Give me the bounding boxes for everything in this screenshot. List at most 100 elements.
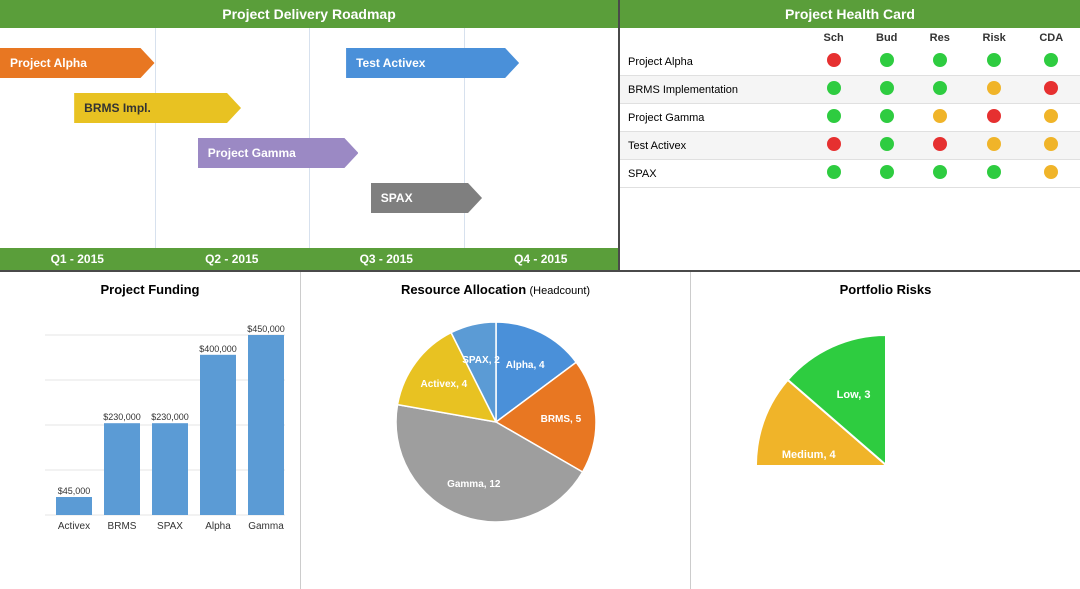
status-dot-green [1044,53,1058,67]
status-dot-green [933,53,947,67]
quarter-label: Q1 - 2015 [0,252,155,266]
health-col-header: Sch [808,28,860,48]
health-row: Project Alpha [620,48,1080,76]
quarter-label: Q2 - 2015 [155,252,310,266]
health-dot-cell [966,104,1023,132]
funding-bar [200,355,236,515]
status-dot-green [933,165,947,179]
status-dot-red [827,137,841,151]
roadmap-section: Project Delivery Roadmap Project Alpha BR… [0,0,620,270]
funding-bar [152,423,188,515]
status-dot-green [880,165,894,179]
pie-label: SPAX, 2 [462,355,500,366]
health-dot-cell [914,160,966,188]
funding-bar [104,423,140,515]
health-project-name: BRMS Implementation [620,76,808,104]
health-table: SchBudResRiskCDA Project AlphaBRMS Imple… [620,28,1080,188]
risk-chart: High, 4Medium, 4Low, 3 [736,305,1036,485]
risk-title: Portfolio Risks [840,282,932,297]
health-dot-cell [914,48,966,76]
status-dot-green [827,165,841,179]
status-dot-yellow [933,109,947,123]
health-project-name: Project Alpha [620,48,808,76]
health-dot-cell [860,132,914,160]
pie-label: Activex, 4 [420,379,467,390]
health-title: Project Health Card [620,0,1080,28]
health-section: Project Health Card SchBudResRiskCDA Pro… [620,0,1080,270]
bar-value-label: $230,000 [151,412,189,422]
risk-label: Medium, 4 [781,449,836,461]
status-dot-green [933,81,947,95]
status-dot-green [880,81,894,95]
risk-label: Low, 3 [836,389,870,401]
health-dot-cell [860,104,914,132]
health-dot-cell [860,160,914,188]
pie-label: BRMS, 5 [540,414,581,425]
funding-bar [248,335,284,515]
status-dot-green [880,137,894,151]
health-row: Test Activex [620,132,1080,160]
bar-value-label: $400,000 [199,344,237,354]
health-dot-cell [808,132,860,160]
roadmap-title: Project Delivery Roadmap [0,0,618,28]
bar-label: Gamma [248,521,284,532]
status-dot-green [987,53,1001,67]
health-dot-cell [966,76,1023,104]
status-dot-green [880,53,894,67]
quarter-bar: Q1 - 2015Q2 - 2015Q3 - 2015Q4 - 2015 [0,248,618,270]
status-dot-yellow [1044,109,1058,123]
health-dot-cell [914,104,966,132]
health-row: BRMS Implementation [620,76,1080,104]
gantt-chart: Project AlphaBRMS Impl.Test ActivexProje… [0,28,618,248]
quarter-label: Q4 - 2015 [464,252,619,266]
status-dot-yellow [987,81,1001,95]
status-dot-green [880,109,894,123]
bar-label: Activex [58,521,90,532]
health-project-name: Test Activex [620,132,808,160]
gantt-bar: Project Alpha [0,48,155,78]
health-dot-cell [1022,160,1080,188]
bar-value-label: $230,000 [103,412,141,422]
status-dot-yellow [1044,137,1058,151]
status-dot-yellow [1044,165,1058,179]
health-dot-cell [1022,48,1080,76]
bar-label: Alpha [205,521,231,532]
health-col-header: CDA [1022,28,1080,48]
health-project-name: SPAX [620,160,808,188]
health-dot-cell [1022,132,1080,160]
gantt-bar: Test Activex [346,48,519,78]
health-project-name: Project Gamma [620,104,808,132]
bar-chart: $45,000 Activex $230,000 BRMS $230,000 SPAX $4… [10,305,290,535]
health-col-header: Res [914,28,966,48]
bar-label: SPAX [157,521,183,532]
quarter-label: Q3 - 2015 [309,252,464,266]
health-dot-cell [860,76,914,104]
pie-label: Gamma, 12 [447,479,501,490]
health-dot-cell [966,160,1023,188]
bar-value-label: $45,000 [58,486,91,496]
health-row: Project Gamma [620,104,1080,132]
status-dot-green [827,81,841,95]
resource-panel: Resource Allocation (Headcount) Alpha, 4… [301,272,691,589]
status-dot-red [827,53,841,67]
status-dot-red [933,137,947,151]
funding-bar [56,497,92,515]
health-col-header: Bud [860,28,914,48]
health-dot-cell [914,132,966,160]
status-dot-yellow [987,137,1001,151]
pie-label: Alpha, 4 [505,360,544,371]
health-dot-cell [1022,104,1080,132]
pie-chart: Alpha, 4 BRMS, 5 Gamma, 12 Activex, 4 SPAX, … [376,297,616,537]
health-dot-cell [860,48,914,76]
resource-title: Resource Allocation (Headcount) [401,282,590,297]
status-dot-green [987,165,1001,179]
gantt-bar: BRMS Impl. [74,93,241,123]
health-dot-cell [808,76,860,104]
status-dot-red [987,109,1001,123]
health-dot-cell [966,48,1023,76]
bar-value-label: $450,000 [247,324,285,334]
health-row: SPAX [620,160,1080,188]
funding-panel: Project Funding $45,000Activex$230,000BR… [0,272,301,589]
health-dot-cell [808,160,860,188]
bar-label: BRMS [108,521,137,532]
